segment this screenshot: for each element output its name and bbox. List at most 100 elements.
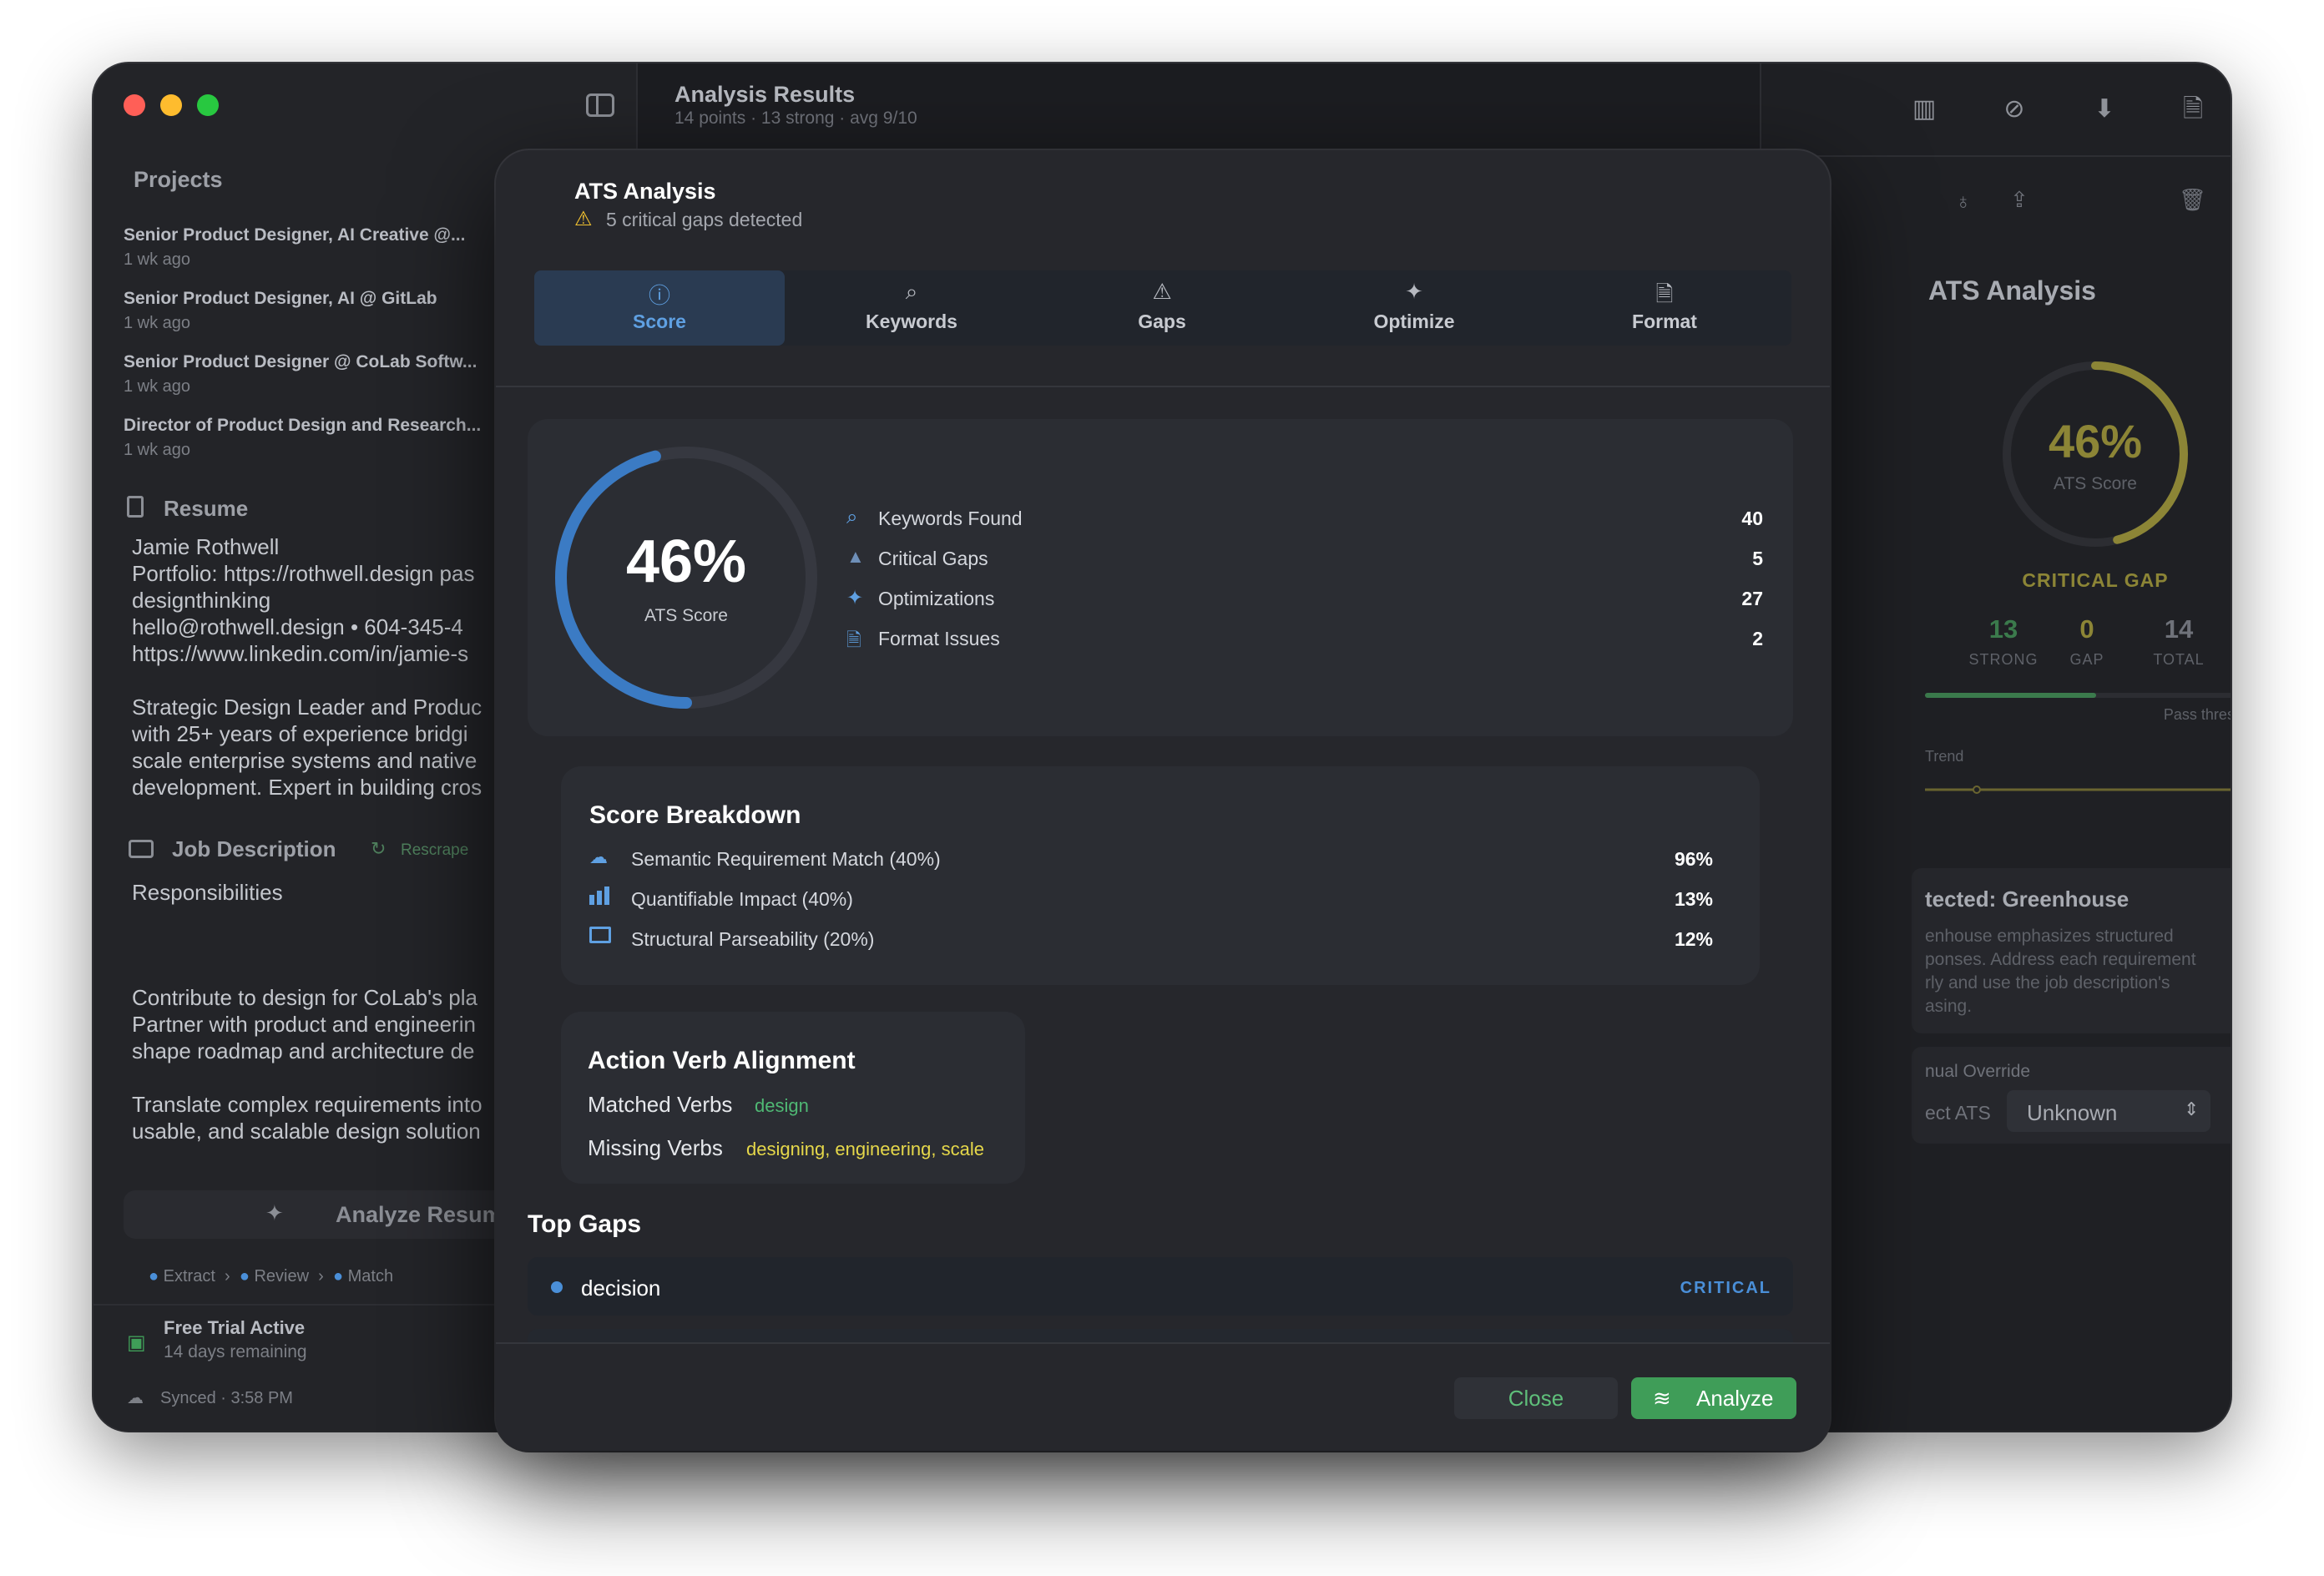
breakdown-semantic-value: 96% xyxy=(1674,848,1713,870)
missing-verbs-value: designing, engineering, scale xyxy=(746,1139,984,1159)
project-item-title[interactable]: Senior Product Designer, AI Creative @..… xyxy=(124,225,465,245)
document-icon xyxy=(127,496,144,518)
detected-ats-text: enhouse emphasizes structured xyxy=(1925,927,2174,946)
tab-gaps[interactable]: ⚠ Gaps xyxy=(1037,270,1287,346)
project-item-time: 1 wk ago xyxy=(124,314,191,332)
ats-score-label: ATS Score xyxy=(644,606,728,625)
ats-select[interactable]: Unknown ⇕ xyxy=(2007,1090,2210,1132)
zoom-window-button[interactable] xyxy=(197,94,219,116)
project-item-title[interactable]: Director of Product Design and Research.… xyxy=(124,416,481,436)
bullet-icon xyxy=(551,1281,563,1293)
waveform-icon: ≋ xyxy=(1653,1386,1671,1411)
check-icon: ● xyxy=(332,1267,344,1286)
stat-format-issues-value: 2 xyxy=(1752,628,1763,649)
tab-score-label: Score xyxy=(633,311,686,332)
chevron-updown-icon: ⇕ xyxy=(2184,1099,2200,1119)
tab-optimize-label: Optimize xyxy=(1373,311,1455,332)
right-score-label: ATS Score xyxy=(2054,474,2137,493)
close-button[interactable]: Close xyxy=(1454,1377,1618,1419)
detected-ats-text: ponses. Address each requirement xyxy=(1925,950,2196,969)
project-item-title[interactable]: Senior Product Designer @ CoLab Softw... xyxy=(124,352,477,372)
lightbulb-icon[interactable]: ♁ xyxy=(1955,189,1972,215)
bar-chart-icon xyxy=(589,886,609,905)
sidebar-toggle-icon[interactable] xyxy=(586,93,614,117)
tab-format-label: Format xyxy=(1632,311,1697,332)
gift-icon: ▣ xyxy=(127,1331,146,1354)
tab-bar: ⓘ Score ⌕ Keywords ⚠ Gaps ✦ Optimize 🗎 F… xyxy=(534,270,1791,346)
trend-point xyxy=(1973,785,1981,794)
manual-override-title: nual Override xyxy=(1925,1062,2031,1081)
project-item-time: 1 wk ago xyxy=(124,377,191,396)
list-icon xyxy=(589,927,611,943)
step-extract: Extract xyxy=(163,1267,215,1286)
chevron-right-icon: › xyxy=(220,1267,235,1286)
resume-line: Portfolio: https://rothwell.design pas xyxy=(132,561,475,586)
resume-line: scale enterprise systems and native xyxy=(132,748,477,773)
status-badge: CRITICAL GAP xyxy=(2022,569,2169,591)
resume-line: development. Expert in building cros xyxy=(132,775,482,800)
job-line: Translate complex requirements into xyxy=(132,1092,482,1117)
check-icon: ● xyxy=(239,1267,250,1286)
check-icon: ● xyxy=(149,1267,159,1286)
pass-threshold: Pass threshold 75% xyxy=(2163,706,2231,723)
tab-gaps-label: Gaps xyxy=(1138,311,1186,332)
detected-ats-card: tected: Greenhouse enhouse emphasizes st… xyxy=(1912,868,2231,1033)
tab-keywords[interactable]: ⌕ Keywords xyxy=(786,270,1037,346)
warning-icon: ▲ xyxy=(846,546,865,567)
job-description-heading: Job Description xyxy=(172,836,336,861)
rescrape-button[interactable]: Rescrape xyxy=(401,841,468,860)
progress-steps: ● Extract › ● Review › ● Match xyxy=(149,1267,393,1286)
breakdown-semantic-label: Semantic Requirement Match (40%) xyxy=(631,848,941,870)
sync-status: Synced · 3:58 PM xyxy=(160,1389,293,1407)
document-icon[interactable]: 🗎 xyxy=(2177,93,2209,125)
compass-icon[interactable]: ⊘ xyxy=(1998,93,2030,125)
tab-optimize[interactable]: ✦ Optimize xyxy=(1289,270,1539,346)
score-bar-fill xyxy=(1925,693,2097,698)
close-window-button[interactable] xyxy=(124,94,145,116)
strong-count: 13 xyxy=(1988,614,2018,644)
score-card: 46% ATS Score ⌕ Keywords Found 40 ▲ Crit… xyxy=(528,419,1793,736)
matched-verbs-label: Matched Verbs xyxy=(588,1092,733,1117)
gap-item[interactable]: decision CRITICAL xyxy=(528,1257,1793,1316)
trash-icon[interactable]: 🗑 xyxy=(2179,187,2206,213)
gap-count: 0 xyxy=(2079,614,2094,644)
ats-score-value: 46% xyxy=(625,528,747,595)
minimize-window-button[interactable] xyxy=(160,94,182,116)
stat-optimizations-label: Optimizations xyxy=(878,588,995,609)
step-review: Review xyxy=(254,1267,310,1286)
detected-ats-text: rly and use the job description's xyxy=(1925,973,2170,993)
resume-line: https://www.linkedin.com/in/jamie-s xyxy=(132,641,469,666)
resume-line: with 25+ years of experience bridgi xyxy=(132,721,468,746)
results-subtitle: 14 points · 13 strong · avg 9/10 xyxy=(674,109,917,128)
breakdown-structural-value: 12% xyxy=(1674,928,1713,950)
modal-title: ATS Analysis xyxy=(574,179,716,204)
stat-keywords-value: 40 xyxy=(1741,508,1763,529)
chevron-right-icon: › xyxy=(313,1267,329,1286)
analyze-resume-label: Analyze Resume xyxy=(336,1202,515,1227)
breakdown-structural-label: Structural Parseability (20%) xyxy=(631,928,875,950)
share-icon[interactable]: ⇪ xyxy=(2010,187,2028,213)
trend-line xyxy=(1925,785,2231,794)
tab-format[interactable]: 🗎 Format xyxy=(1539,270,1790,346)
info-icon: ⓘ xyxy=(648,283,670,308)
total-count: 14 xyxy=(2164,614,2194,644)
tab-score[interactable]: ⓘ Score xyxy=(534,270,785,346)
manual-override-card: nual Override ect ATS Unknown ⇕ xyxy=(1912,1047,2231,1144)
analyze-button[interactable]: ≋ Analyze xyxy=(1631,1377,1796,1419)
breakdown-impact-value: 13% xyxy=(1674,888,1713,910)
sparkle-icon: ✦ xyxy=(265,1200,284,1225)
resume-line: Jamie Rothwell xyxy=(132,534,280,559)
split-view-icon[interactable]: ▥ xyxy=(1908,93,1940,125)
job-line: shape roadmap and architecture de xyxy=(132,1038,475,1063)
right-panel-title: ATS Analysis xyxy=(1928,275,2096,306)
search-icon: ⌕ xyxy=(846,506,858,528)
action-verb-card: Action Verb Alignment Matched Verbs desi… xyxy=(561,1012,1025,1184)
job-line: Contribute to design for CoLab's pla xyxy=(132,985,477,1010)
resume-line: Strategic Design Leader and Produc xyxy=(132,695,482,720)
project-item-title[interactable]: Senior Product Designer, AI @ GitLab xyxy=(124,289,437,309)
refresh-icon[interactable]: ↻ xyxy=(371,838,386,860)
project-item-time: 1 wk ago xyxy=(124,250,191,269)
project-item-time: 1 wk ago xyxy=(124,441,191,459)
download-tray-icon[interactable]: ⬇ xyxy=(2089,93,2120,125)
step-match: Match xyxy=(347,1267,394,1286)
